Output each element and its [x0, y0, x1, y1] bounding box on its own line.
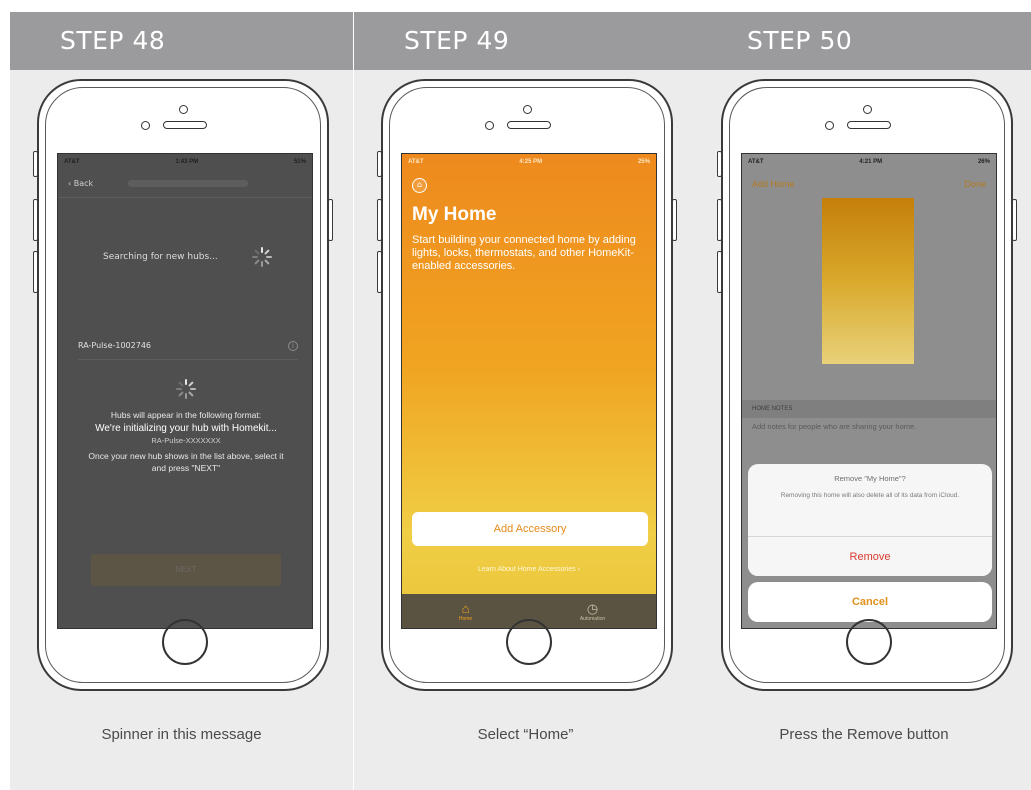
phone-sensor: [485, 121, 494, 130]
home-subtitle: Start building your connected home by ad…: [412, 234, 636, 272]
learn-accessories-link[interactable]: Learn About Home Accessories ›: [402, 566, 656, 573]
add-accessory-button[interactable]: Add Accessory: [412, 512, 648, 546]
done-button[interactable]: Done: [964, 179, 986, 189]
next-button[interactable]: NEXT: [91, 554, 281, 586]
remove-home-action-sheet: Remove "My Home"? Removing this home wil…: [748, 464, 992, 576]
phone-camera: [179, 105, 188, 114]
home-icon: ⌂: [461, 600, 470, 616]
phone-power-button: [328, 199, 333, 241]
house-circle-icon[interactable]: ⌂: [412, 178, 427, 193]
info-icon[interactable]: i: [288, 340, 298, 351]
status-bar: AT&T 1:43 PM 51%: [58, 154, 312, 170]
phone-volume-down: [717, 251, 722, 293]
phone-home-button: [162, 619, 208, 665]
phone-screen: AT&T 1:43 PM 51% ‹ Back Searching for ne…: [57, 153, 313, 629]
carrier-label: AT&T: [408, 159, 424, 165]
phone-screen: AT&T 4:25 PM 25% ⌂ My Home Start buildin…: [401, 153, 657, 629]
tab-automation-label: Automation: [579, 615, 606, 622]
home-notes-input[interactable]: Add notes for people who are sharing you…: [752, 422, 916, 431]
phone-volume-down: [33, 251, 38, 293]
phone-speaker: [847, 121, 891, 129]
add-home-nav-title: Add Home: [752, 179, 795, 189]
format-message: Hubs will appear in the following format…: [110, 410, 262, 420]
phone-screen: AT&T 4:21 PM 26% Add Home Done HOME NOTE…: [741, 153, 997, 629]
phone-home-button: [846, 619, 892, 665]
step-header: STEP 50: [697, 12, 1031, 70]
home-title: My Home: [412, 204, 497, 225]
instructions-line-1: Once your new hub shows in the list abov…: [88, 451, 284, 461]
home-notes-header: HOME NOTES: [742, 400, 996, 418]
step-panel-50: STEP 50 AT&T 4:21 PM 26% Add Home Done H…: [697, 12, 1031, 790]
phone-power-button: [672, 199, 677, 241]
step-caption: Press the Remove button: [779, 726, 949, 743]
cancel-button[interactable]: Cancel: [748, 582, 992, 622]
home-wallpaper-image: [822, 198, 914, 364]
step-header: STEP 48: [10, 12, 353, 70]
step-caption: Spinner in this message: [101, 726, 262, 743]
automation-icon: ◷: [586, 600, 599, 616]
hub-name: RA-Pulse-1002746: [78, 341, 151, 350]
searching-text: Searching for new hubs...: [103, 252, 218, 262]
step-caption: Select “Home”: [477, 726, 574, 743]
phone-sensor: [825, 121, 834, 130]
nav-title-placeholder: [128, 180, 248, 187]
instructions-line-2: and press "NEXT": [151, 463, 221, 473]
phone-mute-switch: [33, 151, 38, 177]
phone-volume-down: [377, 251, 382, 293]
phone-volume-up: [33, 199, 38, 241]
nav-bar: ‹ Back: [58, 170, 312, 198]
tab-automation[interactable]: ◷ Automation: [529, 594, 656, 628]
phone-volume-up: [377, 199, 382, 241]
status-time: 4:21 PM: [859, 159, 883, 165]
initializing-message: We're initializing your hub with Homekit…: [95, 423, 277, 434]
search-status-row: Searching for new hubs...: [103, 246, 273, 268]
back-label: Back: [73, 179, 94, 188]
phone-home-button: [506, 619, 552, 665]
step-panel-49: STEP 49 AT&T 4:25 PM 25% ⌂ My Home Start…: [354, 12, 697, 790]
status-bar: AT&T 4:25 PM 25%: [402, 154, 656, 170]
status-bar: AT&T 4:21 PM 26%: [742, 154, 996, 170]
sheet-title: Remove "My Home"?: [834, 474, 906, 483]
hub-list-item[interactable]: RA-Pulse-1002746 i: [78, 332, 298, 360]
phone-frame: AT&T 4:25 PM 25% ⌂ My Home Start buildin…: [377, 79, 677, 691]
phone-frame: AT&T 1:43 PM 51% ‹ Back Searching for ne…: [33, 79, 333, 691]
phone-speaker: [163, 121, 207, 129]
battery-label: 25%: [637, 159, 650, 165]
tab-home[interactable]: ⌂ Home: [402, 594, 529, 628]
phone-sensor: [141, 121, 150, 130]
phone-volume-up: [717, 199, 722, 241]
status-time: 4:25 PM: [519, 159, 543, 165]
phone-power-button: [1012, 199, 1017, 241]
spinner-icon: [251, 246, 273, 268]
phone-mute-switch: [717, 151, 722, 177]
sheet-body: Removing this home will also delete all …: [780, 492, 960, 499]
back-button[interactable]: ‹ Back: [68, 179, 108, 188]
phone-camera: [863, 105, 872, 114]
phone-mute-switch: [377, 151, 382, 177]
format-example: RA-Pulse-XXXXXXX: [151, 436, 221, 445]
status-time: 1:43 PM: [175, 159, 199, 165]
battery-label: 26%: [977, 159, 990, 165]
remove-button[interactable]: Remove: [748, 536, 992, 576]
phone-frame: AT&T 4:21 PM 26% Add Home Done HOME NOTE…: [717, 79, 1017, 691]
battery-label: 51%: [293, 159, 306, 165]
step-header: STEP 49: [354, 12, 697, 70]
phone-camera: [523, 105, 532, 114]
carrier-label: AT&T: [64, 159, 80, 165]
phone-speaker: [507, 121, 551, 129]
nav-bar: Add Home Done: [742, 170, 996, 198]
step-panel-48: STEP 48 AT&T 1:43 PM 51% ‹ Back Searchin…: [10, 12, 353, 790]
tab-home-label: Home: [458, 615, 473, 622]
carrier-label: AT&T: [748, 159, 764, 165]
spinner-icon: [175, 378, 197, 400]
